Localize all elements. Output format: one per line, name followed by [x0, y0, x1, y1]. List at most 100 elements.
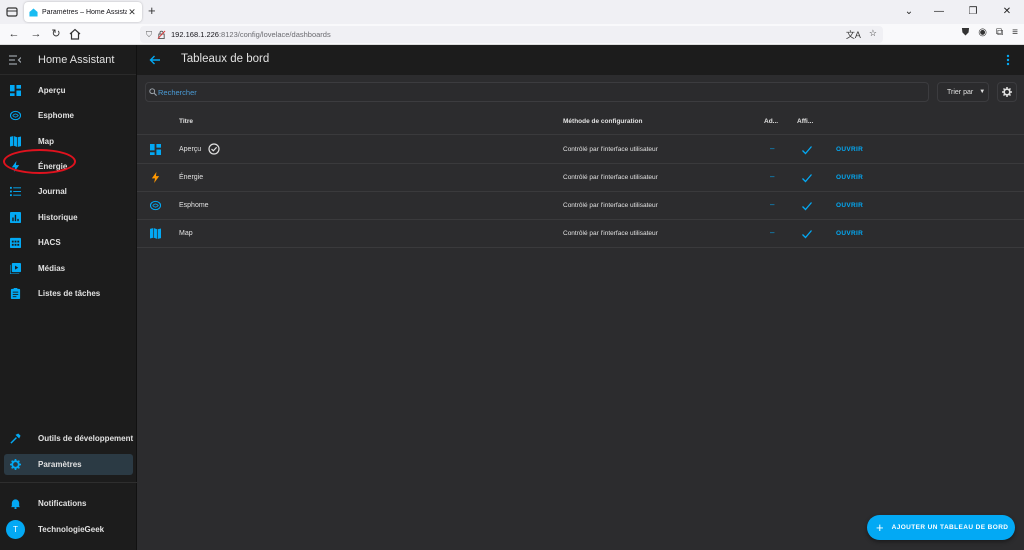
search-box	[145, 82, 929, 102]
restore-icon[interactable]: ❐	[956, 0, 990, 24]
pocket-icon[interactable]: ⛊	[962, 27, 970, 38]
sidebar-item-label: Notifications	[38, 499, 87, 508]
hammer-icon	[10, 433, 21, 444]
forward-arrow-icon[interactable]: →	[29, 27, 43, 41]
sidebar-item-developer-tools[interactable]: Outils de développement	[4, 428, 133, 449]
back-arrow-icon[interactable]	[149, 54, 161, 66]
shield-icon[interactable]: ⛉	[146, 30, 152, 40]
cog-icon	[1002, 87, 1012, 97]
sidebar-item-esphome[interactable]: Esphome	[4, 105, 133, 126]
home-assistant-favicon-icon	[29, 7, 38, 17]
open-dashboard-link[interactable]: OUVRIR	[836, 174, 863, 181]
sort-dropdown[interactable]: Trier par ▼	[937, 82, 989, 102]
table-row[interactable]: Énergie Contrôlé par l'interface utilisa…	[137, 164, 1024, 192]
app-menu-icon[interactable]: ≡	[1012, 27, 1018, 38]
open-dashboard-link[interactable]: OUVRIR	[836, 202, 863, 209]
column-header-admin[interactable]: Ad...	[764, 118, 778, 125]
chart-box-icon	[10, 212, 21, 223]
menu-open-icon[interactable]	[9, 54, 21, 65]
config-method: Contrôlé par l'interface utilisateur	[563, 230, 658, 237]
sidebar-item-label: Esphome	[38, 111, 75, 120]
sidebar-item-historique[interactable]: Historique	[4, 207, 133, 228]
sidebar-item-hacs[interactable]: HACS	[4, 232, 133, 253]
sidebar-item-label: Map	[38, 137, 54, 146]
dashboards-content: Trier par ▼ Titre Méthode de configurati…	[137, 75, 1024, 550]
browser-tab[interactable]: Paramètres – Home Assistant ✕	[24, 2, 142, 22]
sidebar-item-apercu[interactable]: Aperçu	[4, 80, 133, 101]
column-header-sidebar[interactable]: Affi...	[797, 118, 813, 125]
dashboard-title: Aperçu	[179, 146, 202, 153]
plus-icon: +	[876, 520, 884, 535]
sort-label: Trier par	[947, 88, 974, 96]
open-dashboard-link[interactable]: OUVRIR	[836, 146, 863, 153]
table-row[interactable]: Map Contrôlé par l'interface utilisateur…	[137, 220, 1024, 248]
hacs-icon	[10, 237, 21, 248]
home-icon[interactable]	[68, 27, 82, 41]
sidebar-item-map[interactable]: Map	[4, 131, 133, 152]
account-icon[interactable]: ◉	[978, 27, 987, 38]
sidebar-item-medias[interactable]: Médias	[4, 258, 133, 279]
sidebar-item-listes-de-taches[interactable]: Listes de tâches	[4, 283, 133, 304]
map-icon	[150, 228, 161, 239]
translate-icon[interactable]: 文A	[846, 28, 861, 41]
insecure-lock-icon[interactable]	[157, 30, 166, 39]
sidebar-item-parametres[interactable]: Paramètres	[4, 454, 133, 475]
check-icon	[802, 202, 812, 211]
check-icon	[802, 174, 812, 183]
check-icon	[802, 146, 812, 155]
sidebar-item-label: Aperçu	[38, 86, 66, 95]
browser-tab-title: Paramètres – Home Assistant	[42, 8, 127, 16]
annotation-circle	[3, 149, 76, 174]
back-arrow-icon[interactable]: ←	[7, 27, 21, 41]
cog-icon	[10, 459, 21, 470]
check-icon	[802, 230, 812, 239]
url-path: :8123/config/lovelace/dashboards	[218, 30, 331, 39]
reload-icon[interactable]: ↻	[49, 27, 63, 41]
admin-only-value: –	[770, 144, 775, 153]
sidebar-title: Home Assistant	[38, 53, 115, 66]
browser-navbar: ← → ↻ ⛉ 192.168.1.226:8123/config/lovela…	[0, 24, 1024, 45]
esphome-icon	[10, 110, 21, 121]
caret-down-icon: ▼	[979, 89, 986, 95]
open-dashboard-link[interactable]: OUVRIR	[836, 230, 863, 237]
more-vertical-icon[interactable]	[1006, 54, 1010, 66]
close-tab-icon[interactable]: ✕	[127, 7, 137, 18]
avatar: T	[6, 520, 25, 539]
dashboard-title: Esphome	[179, 202, 209, 209]
view-dashboard-icon	[10, 85, 21, 96]
table-row[interactable]: Aperçu Contrôlé par l'interface utilisat…	[137, 136, 1024, 164]
column-header-method[interactable]: Méthode de configuration	[563, 118, 642, 125]
table-settings-button[interactable]	[997, 82, 1017, 102]
tab-list-icon[interactable]	[4, 4, 20, 20]
sidebar-item-notifications[interactable]: Notifications	[4, 493, 133, 514]
sidebar-item-label: Listes de tâches	[38, 289, 101, 298]
sidebar-item-profile[interactable]: T TechnologieGeek	[4, 519, 133, 540]
minimize-icon[interactable]: —	[922, 0, 956, 24]
sidebar-item-label: Historique	[38, 213, 78, 222]
add-dashboard-label: AJOUTER UN TABLEAU DE BORD	[891, 524, 1009, 531]
close-window-icon[interactable]: ✕	[990, 0, 1024, 24]
sidebar-item-label: HACS	[38, 238, 61, 247]
new-tab-icon[interactable]: +	[148, 3, 156, 18]
address-bar-actions: 文A ☆	[846, 28, 877, 41]
admin-only-value: –	[770, 200, 775, 209]
search-input[interactable]	[158, 87, 858, 97]
table-header: Titre Méthode de configuration Ad... Aff…	[137, 109, 1024, 135]
sidebar-item-journal[interactable]: Journal	[4, 181, 133, 202]
sidebar-divider	[0, 482, 137, 483]
add-dashboard-button[interactable]: + AJOUTER UN TABLEAU DE BORD	[867, 515, 1015, 540]
extensions-icon[interactable]: ⧉	[996, 27, 1003, 38]
top-app-bar: Tableaux de bord	[137, 45, 1024, 75]
sidebar-header: Home Assistant	[0, 45, 136, 75]
main-area: Tableaux de bord Trier par ▼ Titre Métho…	[137, 45, 1024, 550]
address-bar[interactable]: ⛉ 192.168.1.226:8123/config/lovelace/das…	[140, 26, 883, 43]
sidebar-item-label: Paramètres	[38, 460, 82, 469]
chevron-down-icon[interactable]: ⌄	[896, 0, 922, 24]
bookmark-star-icon[interactable]: ☆	[869, 28, 877, 41]
table-row[interactable]: Esphome Contrôlé par l'interface utilisa…	[137, 192, 1024, 220]
sidebar-item-label: Outils de développement	[38, 434, 134, 443]
dashboard-title: Map	[179, 230, 193, 237]
list-icon	[10, 186, 21, 197]
column-header-title[interactable]: Titre	[179, 118, 193, 125]
admin-only-value: –	[770, 228, 775, 237]
